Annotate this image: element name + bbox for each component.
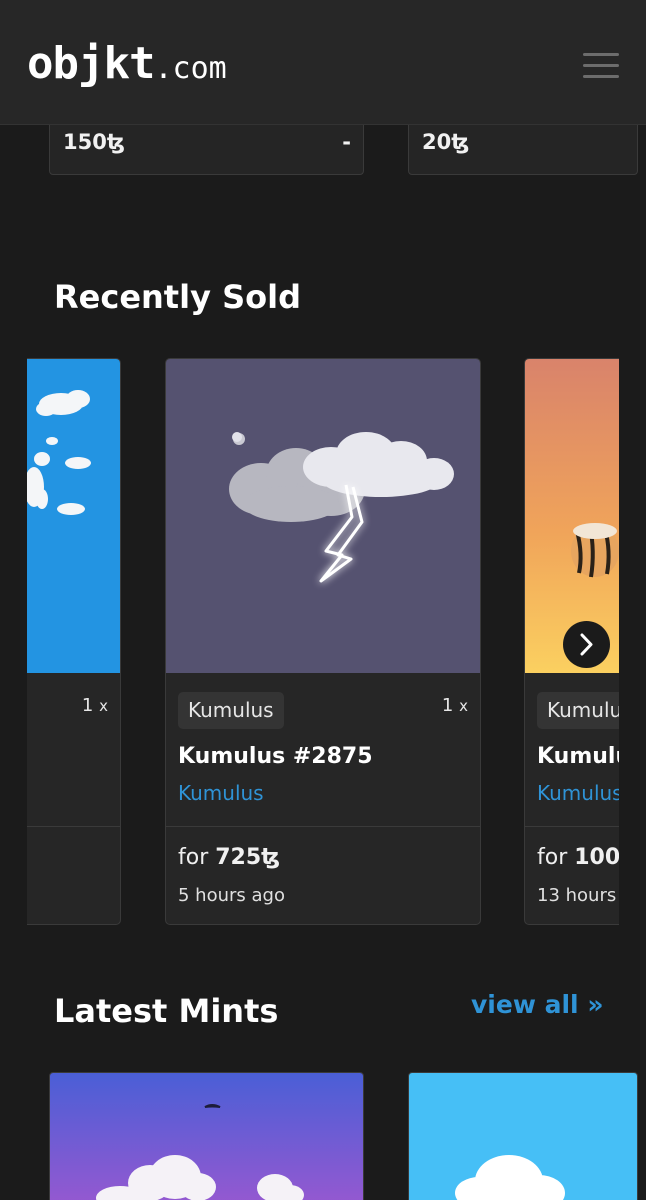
chevron-right-icon xyxy=(580,633,593,656)
artwork-title[interactable]: Kumulu xyxy=(537,744,619,769)
artist-link[interactable]: Kumulus xyxy=(537,781,619,805)
artwork-title[interactable]: Kumulus #2875 xyxy=(178,744,373,769)
sold-card[interactable]: 1 x xyxy=(27,358,121,925)
recently-sold-carousel[interactable]: 1 x Kumulus 1 x Kumulus #2875 Kumulus fo… xyxy=(27,358,619,926)
mint-card[interactable] xyxy=(408,1072,638,1200)
listing-price: 150ꜩ xyxy=(63,130,125,154)
artwork-image xyxy=(50,1073,363,1200)
view-all-link[interactable]: view all » xyxy=(471,990,603,1019)
site-logo[interactable]: objkt.com xyxy=(27,38,227,89)
artwork-image xyxy=(166,359,480,673)
page-content: 150ꜩ - 20ꜩ Recently Sold 1 x Kumulus 1 x… xyxy=(0,0,646,1200)
top-navbar: objkt.com xyxy=(0,0,646,125)
listing-price: 20ꜩ xyxy=(422,130,470,154)
collection-tag[interactable]: Kumulu xyxy=(537,692,619,729)
edition-count: 1 x xyxy=(81,695,108,716)
recently-sold-title: Recently Sold xyxy=(54,278,301,316)
card-divider xyxy=(166,826,480,827)
hamburger-menu-icon[interactable] xyxy=(583,53,619,79)
card-divider xyxy=(27,826,120,827)
sale-price: for 100 xyxy=(537,845,619,870)
mint-card[interactable] xyxy=(49,1072,364,1200)
artwork-image xyxy=(27,359,120,673)
sale-price: for 725ꜩ xyxy=(178,845,281,870)
carousel-next-button[interactable] xyxy=(563,621,610,668)
sale-time: 13 hours xyxy=(537,885,617,906)
artist-link[interactable]: Kumulus xyxy=(178,781,264,805)
sold-card[interactable]: Kumulus 1 x Kumulus #2875 Kumulus for 72… xyxy=(165,358,481,925)
sale-time: 5 hours ago xyxy=(178,885,285,906)
edition-count: 1 x xyxy=(441,695,468,716)
collection-tag[interactable]: Kumulus xyxy=(178,692,284,729)
card-divider xyxy=(525,826,619,827)
artwork-image xyxy=(409,1073,637,1200)
listing-extra: - xyxy=(342,130,351,154)
latest-mints-title: Latest Mints xyxy=(54,992,279,1030)
